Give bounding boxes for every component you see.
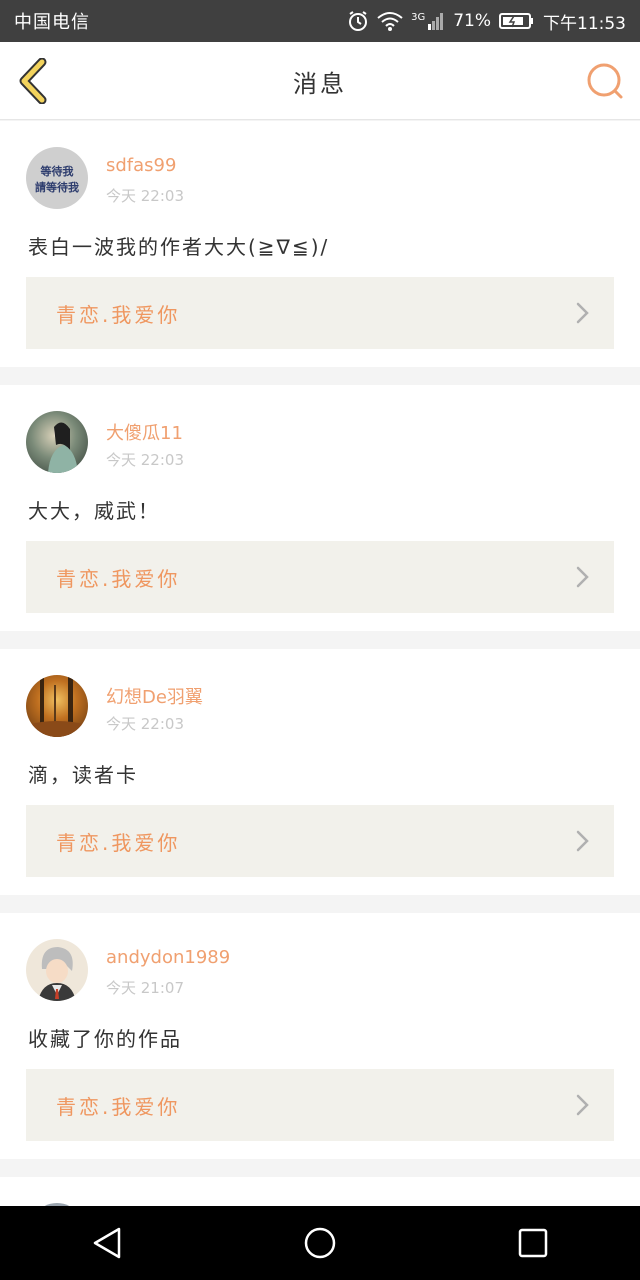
avatar[interactable]: 等待我 請等待我 bbox=[26, 147, 88, 209]
work-link[interactable]: 青恋.我爱你 bbox=[26, 1069, 614, 1141]
navigation-bar bbox=[0, 1206, 640, 1280]
avatar-image bbox=[26, 675, 88, 737]
square-recents-icon bbox=[519, 1228, 548, 1258]
message-text: 收藏了你的作品 bbox=[28, 1027, 182, 1051]
chevron-right-icon bbox=[576, 566, 589, 588]
header: 消息 bbox=[0, 42, 640, 120]
work-link[interactable]: 青恋.我爱你 bbox=[26, 277, 614, 349]
timestamp: 今天 21:07 bbox=[106, 979, 184, 997]
username[interactable]: sdfas99 bbox=[106, 155, 176, 176]
search-icon bbox=[587, 63, 623, 99]
chevron-right-icon bbox=[576, 830, 589, 852]
work-title: 青恋.我爱你 bbox=[56, 1095, 181, 1119]
work-title: 青恋.我爱你 bbox=[56, 831, 181, 855]
battery-icon bbox=[499, 12, 535, 30]
chevron-right-icon bbox=[576, 302, 589, 324]
page-title: 消息 bbox=[293, 70, 347, 98]
search-button[interactable] bbox=[586, 62, 624, 100]
message-text: 滴，读者卡 bbox=[28, 763, 138, 787]
avatar[interactable] bbox=[26, 675, 88, 737]
username[interactable]: 幻想De羽翼 bbox=[106, 683, 203, 709]
triangle-back-icon bbox=[93, 1227, 120, 1259]
message-item[interactable]: 等待我 請等待我 sdfas99 今天 22:03 表白一波我的作者大大(≧∇≦… bbox=[0, 121, 640, 367]
circle-home-icon bbox=[304, 1227, 336, 1259]
work-title: 青恋.我爱你 bbox=[56, 303, 181, 327]
message-text: 表白一波我的作者大大(≧∇≦)/ bbox=[28, 235, 330, 259]
message-item[interactable]: 大傻瓜11 今天 22:03 大大，威武！ 青恋.我爱你 bbox=[0, 385, 640, 631]
message-text: 大大，威武！ bbox=[28, 499, 160, 523]
nav-recents-button[interactable] bbox=[503, 1213, 563, 1273]
avatar-image bbox=[38, 947, 76, 1001]
username[interactable]: andydon1989 bbox=[106, 947, 230, 968]
avatar-image bbox=[48, 422, 78, 473]
timestamp: 今天 22:03 bbox=[106, 187, 184, 205]
work-link[interactable]: 青恋.我爱你 bbox=[26, 541, 614, 613]
message-item[interactable]: andydon1989 今天 21:07 收藏了你的作品 青恋.我爱你 bbox=[0, 913, 640, 1159]
work-link[interactable]: 青恋.我爱你 bbox=[26, 805, 614, 877]
carrier-label: 中国电信 bbox=[14, 12, 90, 33]
timestamp: 今天 22:03 bbox=[106, 451, 184, 469]
network-type: 3G bbox=[411, 12, 426, 23]
message-list: 等待我 請等待我 sdfas99 今天 22:03 表白一波我的作者大大(≧∇≦… bbox=[0, 121, 640, 1223]
message-item[interactable]: 幻想De羽翼 今天 22:03 滴，读者卡 青恋.我爱你 bbox=[0, 649, 640, 895]
clock-label: 下午11:53 bbox=[543, 13, 626, 34]
status-bar: 中国电信 3G 71% 下午11:53 bbox=[0, 0, 640, 42]
avatar-caption: 等待我 bbox=[40, 165, 74, 178]
avatar[interactable] bbox=[26, 411, 88, 473]
alarm-icon bbox=[347, 10, 369, 32]
signal-icon: 3G bbox=[411, 12, 445, 30]
username[interactable]: 大傻瓜11 bbox=[106, 419, 183, 445]
avatar[interactable] bbox=[26, 939, 88, 1001]
status-icons: 3G 71% 下午11:53 bbox=[347, 9, 626, 34]
avatar-caption: 請等待我 bbox=[35, 181, 79, 194]
nav-back-button[interactable] bbox=[77, 1213, 137, 1273]
chevron-right-icon bbox=[576, 1094, 589, 1116]
wifi-icon bbox=[377, 11, 403, 31]
timestamp: 今天 22:03 bbox=[106, 715, 184, 733]
battery-percent: 71% bbox=[453, 11, 491, 31]
work-title: 青恋.我爱你 bbox=[56, 567, 181, 591]
nav-home-button[interactable] bbox=[290, 1213, 350, 1273]
